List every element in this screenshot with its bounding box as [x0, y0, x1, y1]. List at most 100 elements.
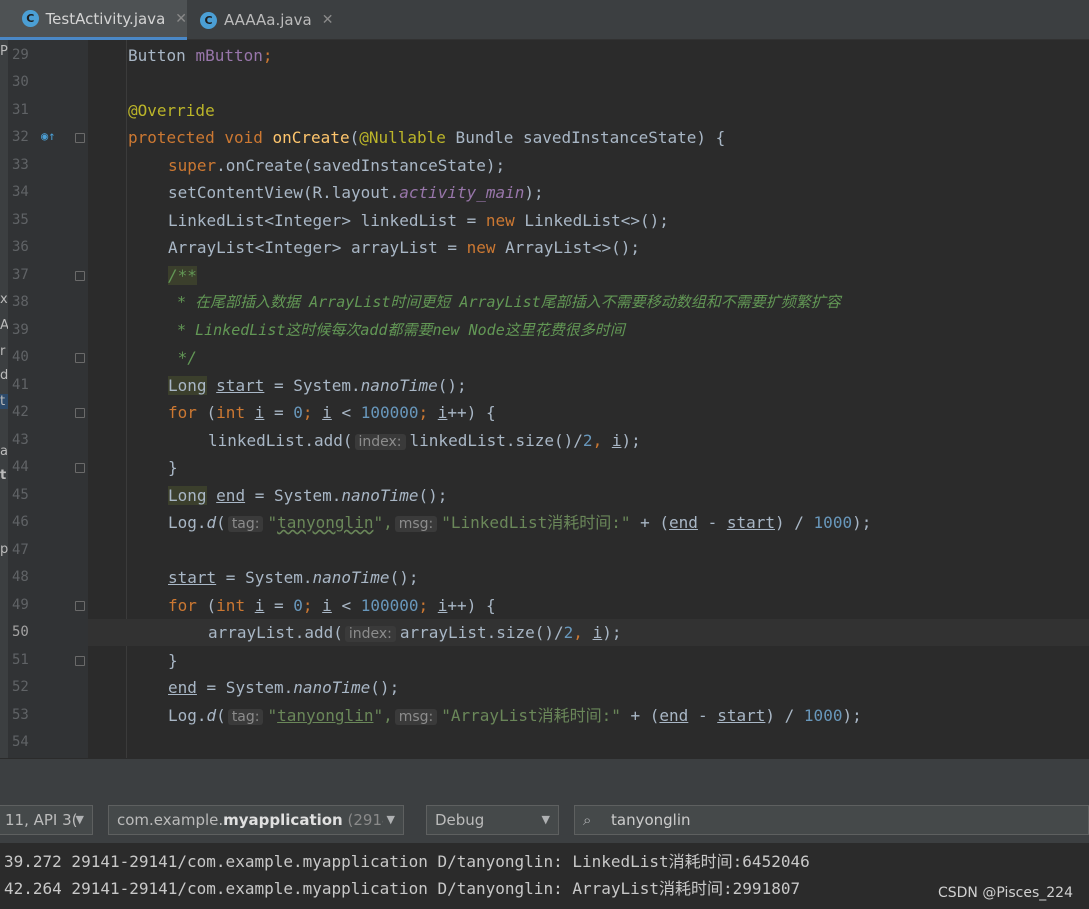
line-number: 44: [12, 459, 29, 475]
search-value: tanyonglin: [611, 811, 691, 829]
project-panel-edge[interactable]: P x A r d t a t p: [0, 40, 8, 758]
line-number: 29: [12, 47, 29, 63]
code-line-50-current: arrayList.add(index: arrayList.size()/2, …: [88, 619, 1089, 646]
parameter-hint: tag:: [227, 516, 264, 532]
tab-label: TestActivity.java: [45, 9, 166, 28]
line-number: 48: [12, 569, 29, 585]
line-number: 54: [12, 734, 29, 750]
logcat-output[interactable]: 39.272 29141-29141/com.example.myapplica…: [0, 845, 1089, 909]
editor-tab-bar: C TestActivity.java ✕ C AAAAa.java ✕: [0, 0, 1089, 40]
code-line-31: @Override: [128, 101, 215, 120]
logcat-search-input[interactable]: ⌕ tanyonglin: [574, 805, 1089, 835]
code-line-29: Button mButton;: [128, 46, 273, 65]
line-number: 42: [12, 404, 29, 420]
line-number: 41: [12, 377, 29, 393]
line-number: 46: [12, 514, 29, 530]
fold-marker-icon[interactable]: [75, 656, 85, 666]
close-icon[interactable]: ✕: [322, 12, 334, 28]
line-number: 30: [12, 74, 29, 90]
line-number: 33: [12, 157, 29, 173]
line-number: 34: [12, 184, 29, 200]
parameter-hint: msg:: [394, 709, 438, 725]
java-class-icon: C: [22, 10, 39, 27]
line-number: 45: [12, 487, 29, 503]
code-line-39: * LinkedList这时候每次add都需要new Node这里花费很多时间: [168, 321, 625, 339]
process-dropdown[interactable]: com.example.myapplication (2914 ▼: [108, 805, 404, 835]
code-line-51: }: [168, 651, 178, 670]
line-number: 51: [12, 652, 29, 668]
code-line-45: Long end = System.nanoTime();: [168, 486, 448, 505]
line-number: 36: [12, 239, 29, 255]
code-line-44: }: [168, 458, 178, 477]
logcat-toolbar: 11, API 3( ▼ com.example.myapplication (…: [0, 794, 1089, 844]
chevron-down-icon: ▼: [541, 813, 550, 826]
line-number: 39: [12, 322, 29, 338]
code-line-42: for (int i = 0; i < 100000; i++) {: [168, 403, 496, 422]
code-line-36: ArrayList<Integer> arrayList = new Array…: [168, 238, 641, 257]
fold-marker-icon[interactable]: [75, 463, 85, 473]
line-number: 38: [12, 294, 29, 310]
panel-fragment: d: [0, 368, 8, 383]
panel-fragment: r: [0, 344, 6, 359]
fold-marker-icon[interactable]: [75, 353, 85, 363]
watermark: CSDN @Pisces_224: [937, 885, 1073, 901]
panel-fragment: x: [0, 292, 8, 307]
chevron-down-icon: ▼: [382, 806, 395, 834]
log-line: 42.264 29141-29141/com.example.myapplica…: [4, 879, 801, 898]
panel-fragment: a: [0, 444, 8, 459]
code-line-41: Long start = System.nanoTime();: [168, 376, 467, 395]
parameter-hint: tag:: [227, 709, 264, 725]
panel-fragment: P: [0, 44, 8, 59]
code-line-48: start = System.nanoTime();: [168, 568, 419, 587]
log-level-label: Debug: [435, 811, 485, 829]
line-number-current: 50: [12, 624, 29, 640]
line-number: 43: [12, 432, 29, 448]
device-label: 11, API 3(: [5, 811, 78, 829]
line-number: 35: [12, 212, 29, 228]
fold-marker-icon[interactable]: [75, 408, 85, 418]
tab-label: AAAAa.java: [224, 11, 312, 29]
code-line-34: setContentView(R.layout.activity_main);: [168, 183, 544, 202]
close-icon[interactable]: ✕: [175, 11, 187, 27]
panel-fragment: A: [0, 318, 8, 333]
override-method-icon[interactable]: ◉↑: [41, 129, 55, 143]
fold-marker-icon[interactable]: [75, 601, 85, 611]
code-line-49: for (int i = 0; i < 100000; i++) {: [168, 596, 496, 615]
code-line-35: LinkedList<Integer> linkedList = new Lin…: [168, 211, 669, 230]
code-line-37: /**: [168, 266, 197, 285]
line-number: 53: [12, 707, 29, 723]
line-number: 40: [12, 349, 29, 365]
panel-separator[interactable]: [0, 758, 1089, 794]
panel-fragment: t: [0, 394, 8, 409]
tab-aaaaa[interactable]: C AAAAa.java ✕: [188, 0, 340, 40]
search-icon: ⌕: [583, 811, 592, 829]
parameter-hint: msg:: [394, 516, 438, 532]
line-number: 49: [12, 597, 29, 613]
log-line: 39.272 29141-29141/com.example.myapplica…: [4, 852, 810, 871]
fold-marker-icon[interactable]: [75, 133, 85, 143]
java-class-icon: C: [200, 11, 217, 29]
line-number: 37: [12, 267, 29, 283]
code-line-53: Log.d(tag: "tanyonglin", msg: "ArrayList消耗时…: [168, 706, 862, 725]
log-level-dropdown[interactable]: Debug ▼: [426, 805, 559, 835]
code-line-43: linkedList.add(index: linkedList.size()/2…: [208, 431, 641, 450]
line-number: 32: [12, 129, 29, 145]
panel-fragment: p: [0, 542, 8, 557]
device-dropdown[interactable]: 11, API 3( ▼: [0, 805, 93, 835]
panel-fragment: t: [0, 468, 7, 483]
code-line-33: super.onCreate(savedInstanceState);: [168, 156, 506, 175]
line-number: 47: [12, 542, 29, 558]
parameter-hint: index:: [344, 626, 396, 642]
chevron-down-icon: ▼: [75, 813, 84, 826]
code-editor[interactable]: Button mButton; @Override protected void…: [88, 40, 1089, 758]
code-line-52: end = System.nanoTime();: [168, 678, 400, 697]
parameter-hint: index:: [354, 434, 406, 450]
fold-marker-icon[interactable]: [75, 271, 85, 281]
line-number-gutter[interactable]: 29 30 31 32 33 34 35 36 37 38 39 40 41 4…: [8, 40, 88, 758]
code-line-46: Log.d(tag: "tanyonglin", msg: "LinkedList消耗…: [168, 513, 872, 532]
line-number: 31: [12, 102, 29, 118]
tab-test-activity[interactable]: C TestActivity.java ✕: [0, 0, 187, 40]
code-line-38: * 在尾部插入数据 ArrayList时间更短 ArrayList尾部插入不需要…: [168, 293, 841, 311]
code-line-32: protected void onCreate(@Nullable Bundle…: [128, 128, 726, 147]
line-number: 52: [12, 679, 29, 695]
